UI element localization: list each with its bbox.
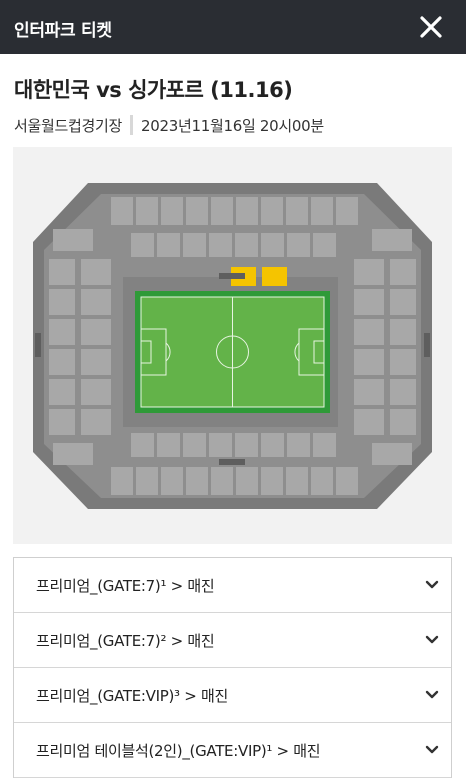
chevron-down-icon[interactable]	[425, 580, 439, 590]
divider	[130, 115, 134, 135]
seat-block[interactable]	[111, 197, 133, 225]
seat-block[interactable]	[136, 467, 158, 495]
section-row[interactable]: 프리미엄_(GATE:7)² > 매진	[14, 613, 451, 668]
seat-map	[13, 147, 452, 544]
seat-block[interactable]	[286, 467, 308, 495]
seat-block[interactable]	[211, 467, 233, 495]
seat-block[interactable]	[183, 233, 206, 257]
chevron-down-icon[interactable]	[425, 690, 439, 700]
gate-south	[219, 459, 245, 465]
seat-block[interactable]	[81, 289, 111, 315]
section-label: 프리미엄_(GATE:7)² > 매진	[36, 631, 215, 650]
seat-block[interactable]	[236, 197, 258, 225]
seat-block[interactable]	[354, 259, 384, 285]
seat-block[interactable]	[354, 379, 384, 405]
section-label: 프리미엄_(GATE:7)¹ > 매진	[36, 576, 215, 595]
seat-block[interactable]	[390, 289, 416, 315]
seat-block[interactable]	[261, 467, 283, 495]
seat-block[interactable]	[261, 233, 284, 257]
seat-block[interactable]	[186, 467, 208, 495]
seat-block[interactable]	[209, 233, 232, 257]
seat-block[interactable]	[81, 349, 111, 375]
seat-block[interactable]	[81, 409, 111, 435]
seat-block[interactable]	[311, 197, 333, 225]
gate-east	[424, 333, 430, 357]
seat-block[interactable]	[390, 259, 416, 285]
seat-block[interactable]	[372, 229, 412, 251]
seat-block[interactable]	[81, 319, 111, 345]
seat-block[interactable]	[390, 319, 416, 345]
chevron-down-icon[interactable]	[425, 745, 439, 755]
seat-block[interactable]	[311, 467, 333, 495]
seat-block[interactable]	[390, 409, 416, 435]
seat-block[interactable]	[131, 233, 154, 257]
seat-block[interactable]	[211, 197, 233, 225]
seat-block[interactable]	[49, 379, 75, 405]
event-datetime: 2023년11월16일 20시00분	[141, 116, 324, 135]
seat-block[interactable]	[261, 197, 283, 225]
seat-block[interactable]	[354, 409, 384, 435]
section-row[interactable]: 프리미엄_(GATE:7)¹ > 매진	[14, 558, 451, 613]
seat-block[interactable]	[235, 233, 258, 257]
seat-block[interactable]	[235, 433, 258, 457]
seat-block[interactable]	[81, 379, 111, 405]
seat-block[interactable]	[157, 433, 180, 457]
section-label: 프리미엄_(GATE:VIP)³ > 매진	[36, 686, 228, 705]
seat-block[interactable]	[131, 433, 154, 457]
seat-block[interactable]	[236, 467, 258, 495]
gate-west	[35, 333, 41, 357]
event-info: 서울월드컵경기장 2023년11월16일 20시00분	[14, 114, 324, 136]
seat-block[interactable]	[354, 289, 384, 315]
seat-block[interactable]	[136, 197, 158, 225]
seat-block[interactable]	[49, 409, 75, 435]
seat-block[interactable]	[183, 433, 206, 457]
seat-block[interactable]	[81, 259, 111, 285]
seat-block[interactable]	[161, 197, 183, 225]
seat-block[interactable]	[209, 433, 232, 457]
seat-block[interactable]	[49, 289, 75, 315]
seat-block[interactable]	[157, 233, 180, 257]
seat-block[interactable]	[186, 197, 208, 225]
top-bar: 인터파크 티켓	[0, 0, 466, 54]
seat-block[interactable]	[313, 433, 336, 457]
page-title: 대한민국 vs 싱가포르 (11.16)	[14, 78, 293, 102]
seat-block[interactable]	[287, 433, 310, 457]
section-row[interactable]: 프리미엄 테이블석(2인)_(GATE:VIP)¹ > 매진	[14, 723, 451, 778]
section-label: 프리미엄 테이블석(2인)_(GATE:VIP)¹ > 매진	[36, 741, 321, 760]
section-list: 프리미엄_(GATE:7)¹ > 매진프리미엄_(GATE:7)² > 매진프리…	[13, 557, 452, 778]
seat-block[interactable]	[261, 433, 284, 457]
close-icon[interactable]	[418, 14, 444, 40]
seat-block[interactable]	[53, 443, 93, 465]
seat-block[interactable]	[390, 349, 416, 375]
seat-block[interactable]	[354, 319, 384, 345]
seat-block[interactable]	[372, 443, 412, 465]
seat-block[interactable]	[111, 467, 133, 495]
seat-block[interactable]	[49, 349, 75, 375]
gate-north	[219, 273, 245, 279]
seat-block[interactable]	[161, 467, 183, 495]
seat-block[interactable]	[336, 467, 358, 495]
section-row[interactable]: 프리미엄_(GATE:VIP)³ > 매진	[14, 668, 451, 723]
venue-name: 서울월드컵경기장	[14, 116, 123, 135]
chevron-down-icon[interactable]	[425, 635, 439, 645]
stadium-seat-map	[33, 183, 432, 509]
seat-block[interactable]	[53, 229, 93, 251]
seat-block[interactable]	[286, 197, 308, 225]
app-title: 인터파크 티켓	[14, 21, 112, 41]
seat-block[interactable]	[336, 197, 358, 225]
available-seat-block-2[interactable]	[262, 267, 287, 286]
seat-block[interactable]	[354, 349, 384, 375]
seat-block[interactable]	[390, 379, 416, 405]
seat-block[interactable]	[287, 233, 310, 257]
seat-block[interactable]	[313, 233, 336, 257]
seat-block[interactable]	[49, 319, 75, 345]
seat-block[interactable]	[49, 259, 75, 285]
